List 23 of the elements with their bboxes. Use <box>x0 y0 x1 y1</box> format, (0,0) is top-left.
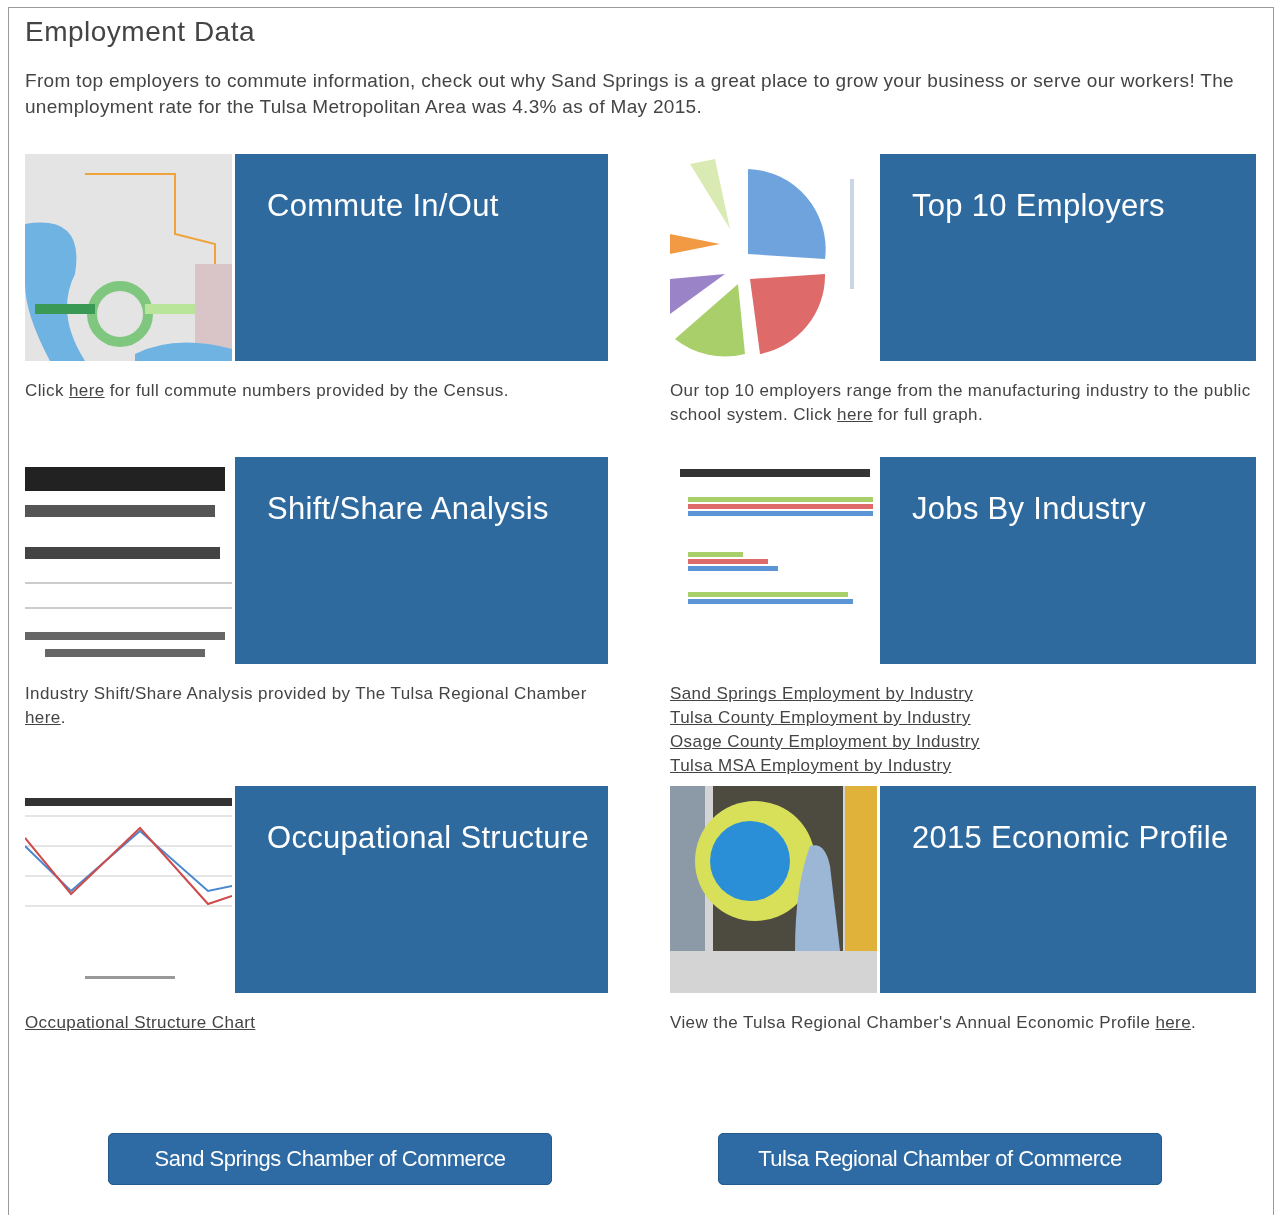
intro-text: From top employers to commute information, check out why Sand Springs is a great place to grow your business or serve our workers! The unemployment rate for the Tulsa Metropolitan Area was 4.3% as of May 2015. <box>25 69 1235 119</box>
link[interactable]: here <box>837 405 873 424</box>
link[interactable]: Tulsa County Employment by Industry <box>670 706 971 730</box>
page-title: Employment Data <box>25 16 257 48</box>
caption-text: Industry Shift/Share Analysis provided by The Tulsa Regional Chamber here. <box>25 683 588 729</box>
caption-text: Our top 10 employers range from the manufacturing industry to the public school system. Click here for full graph. <box>670 380 1252 426</box>
card-title-panel[interactable]: Commute In/Out <box>235 154 608 361</box>
link[interactable]: Osage County Employment by Industry <box>670 730 980 754</box>
caption-text: View the Tulsa Regional Chamber's Annual Economic Profile here. <box>670 1012 1197 1034</box>
link[interactable]: Tulsa MSA Employment by Industry <box>670 754 952 778</box>
card-title-panel[interactable]: 2015 Economic Profile <box>880 786 1256 993</box>
chamber-button[interactable]: Sand Springs Chamber of Commerce <box>108 1133 552 1185</box>
link[interactable]: Occupational Structure Chart <box>25 1011 256 1035</box>
chamber-button[interactable]: Tulsa Regional Chamber of Commerce <box>718 1133 1162 1185</box>
link[interactable]: here <box>25 708 61 727</box>
card-title-panel[interactable]: Jobs By Industry <box>880 457 1256 664</box>
link[interactable]: Sand Springs Employment by Industry <box>670 682 974 706</box>
card-title-panel[interactable]: Shift/Share Analysis <box>235 457 608 664</box>
link[interactable]: here <box>68 381 105 400</box>
caption-text: Click here for full commute numbers provided by the Census. <box>25 380 509 402</box>
link[interactable]: here <box>1155 1013 1191 1032</box>
card-title-panel[interactable]: Top 10 Employers <box>880 154 1256 361</box>
card-title-panel[interactable]: Occupational Structure <box>235 786 608 993</box>
